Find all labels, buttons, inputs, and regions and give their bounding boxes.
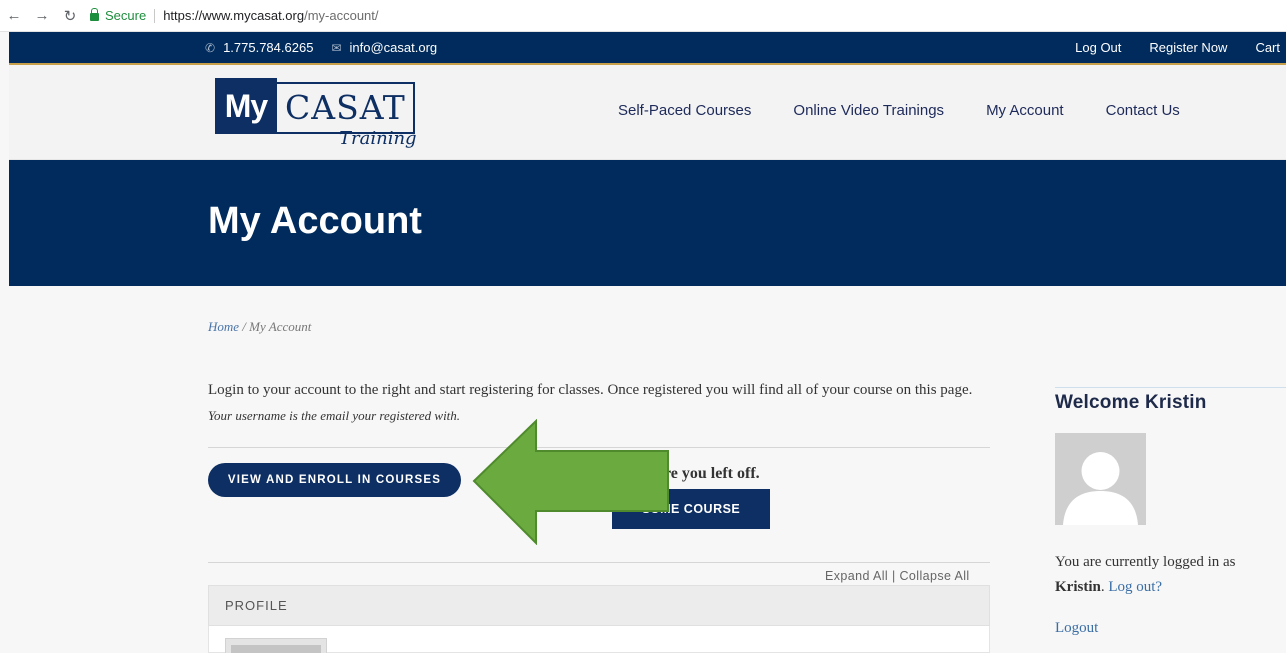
mycasat-logo[interactable]: CASAT My Training bbox=[215, 78, 417, 154]
sidebar-logout-link[interactable]: Logout bbox=[1055, 620, 1098, 637]
expand-all-link[interactable]: Expand All bbox=[825, 569, 888, 583]
divider bbox=[208, 562, 990, 563]
back-arrow-icon[interactable]: ← bbox=[4, 7, 24, 24]
email-contact[interactable]: ✉ info@casat.org bbox=[331, 40, 437, 55]
top-links: Log Out Register Now Cart bbox=[1047, 32, 1280, 63]
logo-casat: CASAT bbox=[273, 82, 415, 134]
nav-contact-us[interactable]: Contact Us bbox=[1106, 102, 1180, 119]
profile-section-header[interactable]: PROFILE bbox=[208, 585, 990, 626]
url-path: /my-account/ bbox=[304, 8, 379, 23]
url-divider bbox=[154, 8, 156, 23]
logo-training: Training bbox=[339, 128, 417, 149]
page-title: My Account bbox=[208, 200, 422, 242]
profile-avatar bbox=[225, 638, 327, 653]
phone-number: 1.775.784.6265 bbox=[223, 40, 314, 55]
lock-icon bbox=[90, 7, 99, 21]
forward-arrow-icon[interactable]: → bbox=[32, 7, 52, 24]
cart-link[interactable]: Cart bbox=[1255, 40, 1280, 55]
green-left-arrow-icon bbox=[472, 419, 669, 545]
phone-icon: ✆ bbox=[205, 40, 216, 55]
log-out-link[interactable]: Log Out bbox=[1075, 40, 1121, 55]
phone-contact[interactable]: ✆ 1.775.784.6265 bbox=[205, 40, 313, 55]
logged-in-username: Kristin bbox=[1055, 579, 1101, 595]
welcome-heading: Welcome Kristin bbox=[1055, 392, 1207, 413]
profile-section-body bbox=[208, 626, 990, 653]
breadcrumb: Home / My Account bbox=[208, 319, 311, 335]
secure-label: Secure bbox=[105, 8, 147, 23]
logo-my: My bbox=[215, 78, 277, 134]
default-user-icon bbox=[1055, 433, 1146, 525]
envelope-icon: ✉ bbox=[331, 40, 342, 55]
expand-collapse-controls: Expand All | Collapse All bbox=[825, 569, 970, 583]
register-now-link[interactable]: Register Now bbox=[1149, 40, 1227, 55]
contact-info: ✆ 1.775.784.6265 ✉ info@casat.org bbox=[205, 32, 455, 63]
nav-online-video-trainings[interactable]: Online Video Trainings bbox=[793, 102, 944, 119]
sidebar-divider bbox=[1055, 387, 1286, 388]
secure-indicator[interactable]: Secure bbox=[90, 7, 147, 23]
site-header: CASAT My Training Self-Paced Courses Onl… bbox=[9, 65, 1286, 160]
email-address: info@casat.org bbox=[349, 40, 438, 55]
intro-body: Login to your account to the right and s… bbox=[208, 382, 973, 398]
breadcrumb-current: My Account bbox=[249, 319, 312, 334]
user-avatar bbox=[1055, 433, 1146, 525]
browser-address-bar: ← → ↻ Secure https://www.mycasat.org/my-… bbox=[0, 0, 1286, 32]
url-host: https://www.mycasat.org bbox=[163, 8, 305, 23]
breadcrumb-home[interactable]: Home bbox=[208, 319, 239, 334]
logged-in-status: You are currently logged in as Kristin. … bbox=[1055, 554, 1236, 595]
view-and-enroll-button[interactable]: VIEW AND ENROLL IN COURSES bbox=[208, 463, 461, 497]
expand-collapse-divider: | bbox=[891, 569, 896, 583]
collapse-all-link[interactable]: Collapse All bbox=[899, 569, 969, 583]
log-out-question-link[interactable]: Log out? bbox=[1108, 579, 1162, 595]
top-utility-bar: ✆ 1.775.784.6265 ✉ info@casat.org Log Ou… bbox=[9, 32, 1286, 63]
logged-in-text: You are currently logged in as bbox=[1055, 554, 1236, 570]
main-navigation: Self-Paced Courses Online Video Training… bbox=[618, 65, 1222, 155]
url-field[interactable]: https://www.mycasat.org/my-account/ bbox=[163, 8, 378, 23]
intro-username-note: Your username is the email your register… bbox=[208, 408, 461, 423]
nav-my-account[interactable]: My Account bbox=[986, 102, 1064, 119]
reload-icon[interactable]: ↻ bbox=[60, 7, 80, 25]
nav-self-paced-courses[interactable]: Self-Paced Courses bbox=[618, 102, 751, 119]
breadcrumb-separator: / bbox=[242, 319, 246, 334]
page-hero: My Account bbox=[9, 160, 1286, 286]
